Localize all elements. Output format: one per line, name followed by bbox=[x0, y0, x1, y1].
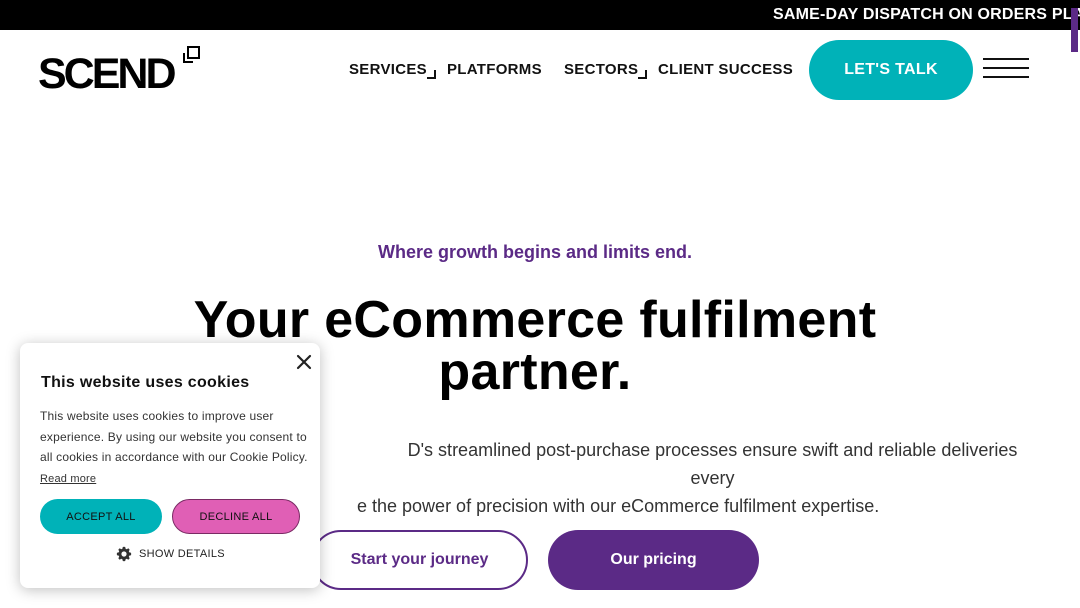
site-header: SCEND SERVICES PLATFORMS SECTORS CLIENT … bbox=[0, 30, 1070, 110]
nav-services[interactable]: SERVICES bbox=[349, 61, 436, 79]
nav-sectors-label: SECTORS bbox=[564, 61, 639, 78]
our-pricing-button[interactable]: Our pricing bbox=[548, 530, 759, 590]
submenu-indicator-icon bbox=[638, 70, 648, 79]
submenu-indicator-icon bbox=[427, 70, 436, 79]
hero-description-line-2: e the power of precision with our eComme… bbox=[357, 496, 880, 516]
accept-all-button[interactable]: ACCEPT ALL bbox=[40, 499, 162, 534]
cookie-banner-body: This website uses cookies to improve use… bbox=[40, 409, 308, 464]
start-journey-button[interactable]: Start your journey bbox=[311, 530, 528, 590]
show-details-label: SHOW DETAILS bbox=[139, 548, 225, 560]
scend-logo[interactable]: SCEND bbox=[38, 46, 204, 98]
hero-kicker: Where growth begins and limits end. bbox=[377, 242, 693, 262]
nav-services-label: SERVICES bbox=[349, 61, 427, 78]
read-more-link[interactable]: Read more bbox=[40, 473, 96, 485]
nav-client-success[interactable]: CLIENT SUCCESS bbox=[658, 61, 793, 78]
show-details-button[interactable]: SHOW DETAILS bbox=[116, 546, 225, 562]
nav-client-success-label: CLIENT SUCCESS bbox=[658, 61, 794, 78]
announcement-bar: SAME-DAY DISPATCH ON ORDERS PLA bbox=[0, 0, 1080, 30]
decline-all-button[interactable]: DECLINE ALL bbox=[172, 499, 300, 534]
hero-title-line-1: Your eCommerce fulfilment bbox=[193, 291, 877, 349]
nav-sectors[interactable]: SECTORS bbox=[564, 61, 648, 79]
logo-corner-mark-icon bbox=[183, 46, 200, 63]
cookie-banner-title: This website uses cookies bbox=[41, 374, 250, 391]
nav-platforms[interactable]: PLATFORMS bbox=[447, 61, 542, 78]
lets-talk-button[interactable]: LET'S TALK bbox=[809, 40, 973, 100]
logo-wordmark: SCEND bbox=[38, 50, 177, 98]
gear-icon bbox=[116, 546, 132, 562]
nav-platforms-label: PLATFORMS bbox=[447, 61, 542, 78]
announcement-text: SAME-DAY DISPATCH ON ORDERS PLA bbox=[773, 6, 1080, 23]
cookie-banner-text: This website uses cookies to improve use… bbox=[40, 406, 308, 489]
scrollbar-thumb[interactable] bbox=[1071, 8, 1078, 52]
hamburger-menu-icon[interactable] bbox=[983, 58, 1029, 80]
close-icon[interactable] bbox=[295, 353, 313, 371]
cookie-banner: This website uses cookies This website u… bbox=[20, 343, 320, 588]
